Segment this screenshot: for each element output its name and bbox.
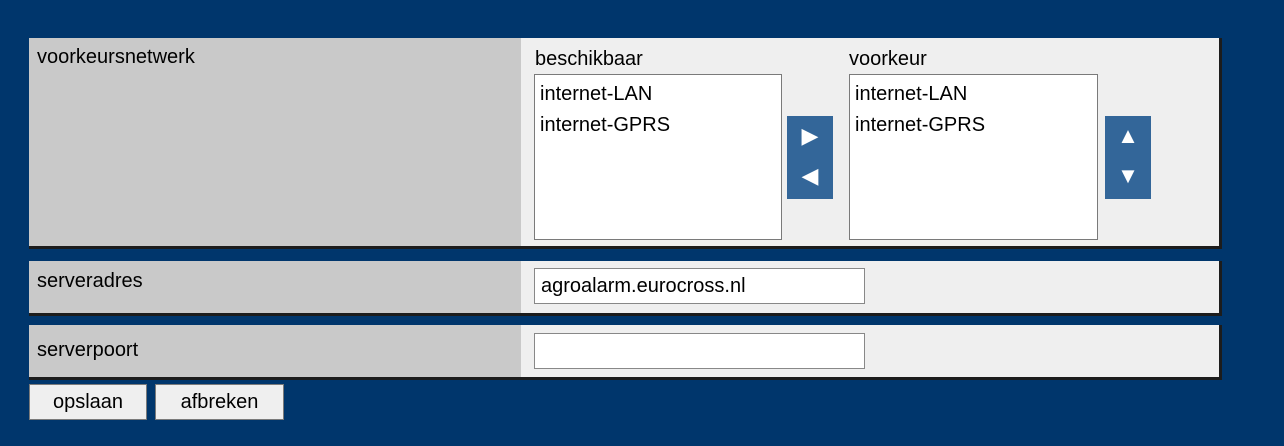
port-row: serverpoort bbox=[29, 325, 1222, 380]
move-buttons: ▶ ◀ bbox=[787, 116, 833, 199]
cancel-button[interactable]: afbreken bbox=[155, 384, 284, 420]
move-down-icon[interactable]: ▼ bbox=[1105, 156, 1151, 196]
available-option[interactable]: internet-LAN bbox=[540, 79, 776, 110]
port-label-cell: serverpoort bbox=[29, 325, 521, 377]
network-row: voorkeursnetwerk beschikbaar internet-LA… bbox=[29, 38, 1222, 249]
network-label-cell: voorkeursnetwerk bbox=[29, 38, 521, 246]
port-label: serverpoort bbox=[37, 339, 139, 361]
server-address-input[interactable]: agroalarm.eurocross.nl bbox=[534, 268, 865, 304]
server-label-cell: serveradres bbox=[29, 261, 521, 313]
available-listbox[interactable]: internet-LAN internet-GPRS bbox=[534, 74, 782, 240]
preferred-option[interactable]: internet-GPRS bbox=[855, 110, 1092, 141]
save-button[interactable]: opslaan bbox=[29, 384, 147, 420]
server-row: serveradres agroalarm.eurocross.nl bbox=[29, 261, 1222, 316]
order-buttons: ▲ ▼ bbox=[1105, 116, 1151, 199]
move-left-icon[interactable]: ◀ bbox=[787, 156, 833, 196]
preferred-listbox[interactable]: internet-LAN internet-GPRS bbox=[849, 74, 1098, 240]
server-label: serveradres bbox=[37, 270, 143, 292]
network-label: voorkeursnetwerk bbox=[37, 46, 195, 68]
preferred-title: voorkeur bbox=[849, 48, 927, 70]
move-up-icon[interactable]: ▲ bbox=[1105, 116, 1151, 156]
move-right-icon[interactable]: ▶ bbox=[787, 116, 833, 156]
available-option[interactable]: internet-GPRS bbox=[540, 110, 776, 141]
available-title: beschikbaar bbox=[535, 48, 643, 70]
preferred-option[interactable]: internet-LAN bbox=[855, 79, 1092, 110]
server-port-input[interactable] bbox=[534, 333, 865, 369]
